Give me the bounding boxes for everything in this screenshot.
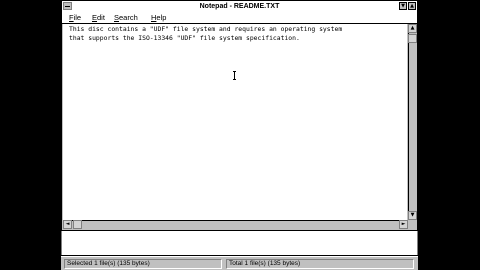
menu-search[interactable]: Search	[114, 12, 138, 23]
minimize-button[interactable]: ▼	[399, 2, 407, 10]
scroll-up-button[interactable]: ▲	[408, 24, 417, 33]
scrollbar-corner	[408, 220, 417, 229]
menu-bar: File Edit Search Help	[62, 12, 417, 24]
horizontal-scrollbar[interactable]: ◄ ►	[63, 220, 408, 229]
file-manager-pane	[61, 231, 418, 255]
horizontal-scroll-thumb[interactable]	[73, 220, 82, 229]
text-editor[interactable]: This disc contains a "UDF" file system a…	[63, 24, 407, 220]
status-selected: Selected 1 file(s) (135 bytes)	[64, 259, 222, 269]
document-line: This disc contains a "UDF" file system a…	[69, 25, 343, 33]
ibeam-cursor-icon	[233, 71, 236, 80]
menu-edit[interactable]: Edit	[92, 12, 105, 23]
scroll-left-button[interactable]: ◄	[63, 220, 72, 229]
notepad-window: Notepad - README.TXT ▼ ▲ File Edit Searc…	[61, 0, 418, 231]
menu-help[interactable]: Help	[151, 12, 166, 23]
scroll-right-button[interactable]: ►	[399, 220, 408, 229]
menu-file[interactable]: File	[69, 12, 81, 23]
vertical-scrollbar[interactable]: ▲ ▼	[408, 24, 417, 220]
window-title: Notepad - README.TXT	[199, 3, 280, 10]
status-bar: Selected 1 file(s) (135 bytes) Total 1 f…	[61, 256, 418, 270]
document-line: that supports the ISO-13346 "UDF" file s…	[69, 34, 300, 42]
status-total: Total 1 file(s) (135 bytes)	[226, 259, 414, 269]
maximize-button[interactable]: ▲	[408, 2, 416, 10]
document-text[interactable]: This disc contains a "UDF" file system a…	[69, 25, 342, 43]
desktop: Notepad - README.TXT ▼ ▲ File Edit Searc…	[0, 0, 480, 270]
scroll-down-button[interactable]: ▼	[408, 211, 417, 220]
vertical-scroll-thumb[interactable]	[408, 34, 417, 43]
